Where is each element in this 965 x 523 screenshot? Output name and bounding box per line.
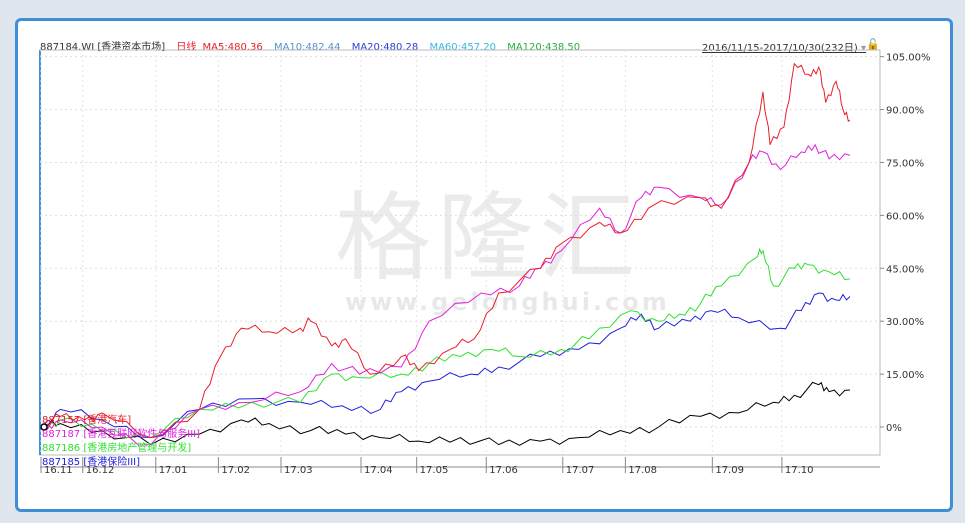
y-tick-label: 105.00% (886, 53, 931, 64)
x-tick-label: 17.10 (785, 465, 814, 476)
y-tick-label: 75.00% (886, 158, 924, 169)
x-tick-label: 17.08 (628, 465, 657, 476)
y-tick-label: 30.00% (886, 317, 924, 328)
y-tick-label: 15.00% (886, 370, 924, 381)
legend-item: 887185 [香港保险III] (42, 457, 141, 468)
x-tick-label: 17.03 (284, 465, 313, 476)
plot-area (39, 49, 881, 456)
x-tick-label: 17.04 (364, 465, 393, 476)
x-tick-label: 17.06 (489, 465, 518, 476)
y-tick-label: 60.00% (886, 211, 924, 222)
legend-item: 887186 [香港房地产管理与开发] (42, 443, 192, 454)
series-line-887157 (42, 62, 851, 439)
legend-item: 887187 [香港互联网软件与服务III] (42, 429, 201, 440)
y-tick-label: 0% (886, 423, 902, 434)
series-line-887185 (42, 292, 851, 439)
x-tick-label: 17.07 (566, 465, 595, 476)
y-tick-label: 45.00% (886, 264, 924, 275)
series-line-887186 (42, 247, 851, 439)
series-line-887187 (42, 143, 851, 446)
x-tick-label: 17.01 (159, 465, 188, 476)
x-tick-label: 17.05 (420, 465, 449, 476)
legend-item: 887157 [香港汽车] (42, 415, 132, 426)
x-tick-label: 17.02 (221, 465, 250, 476)
x-tick-label: 17.09 (715, 465, 744, 476)
y-tick-label: 90.00% (886, 106, 924, 117)
